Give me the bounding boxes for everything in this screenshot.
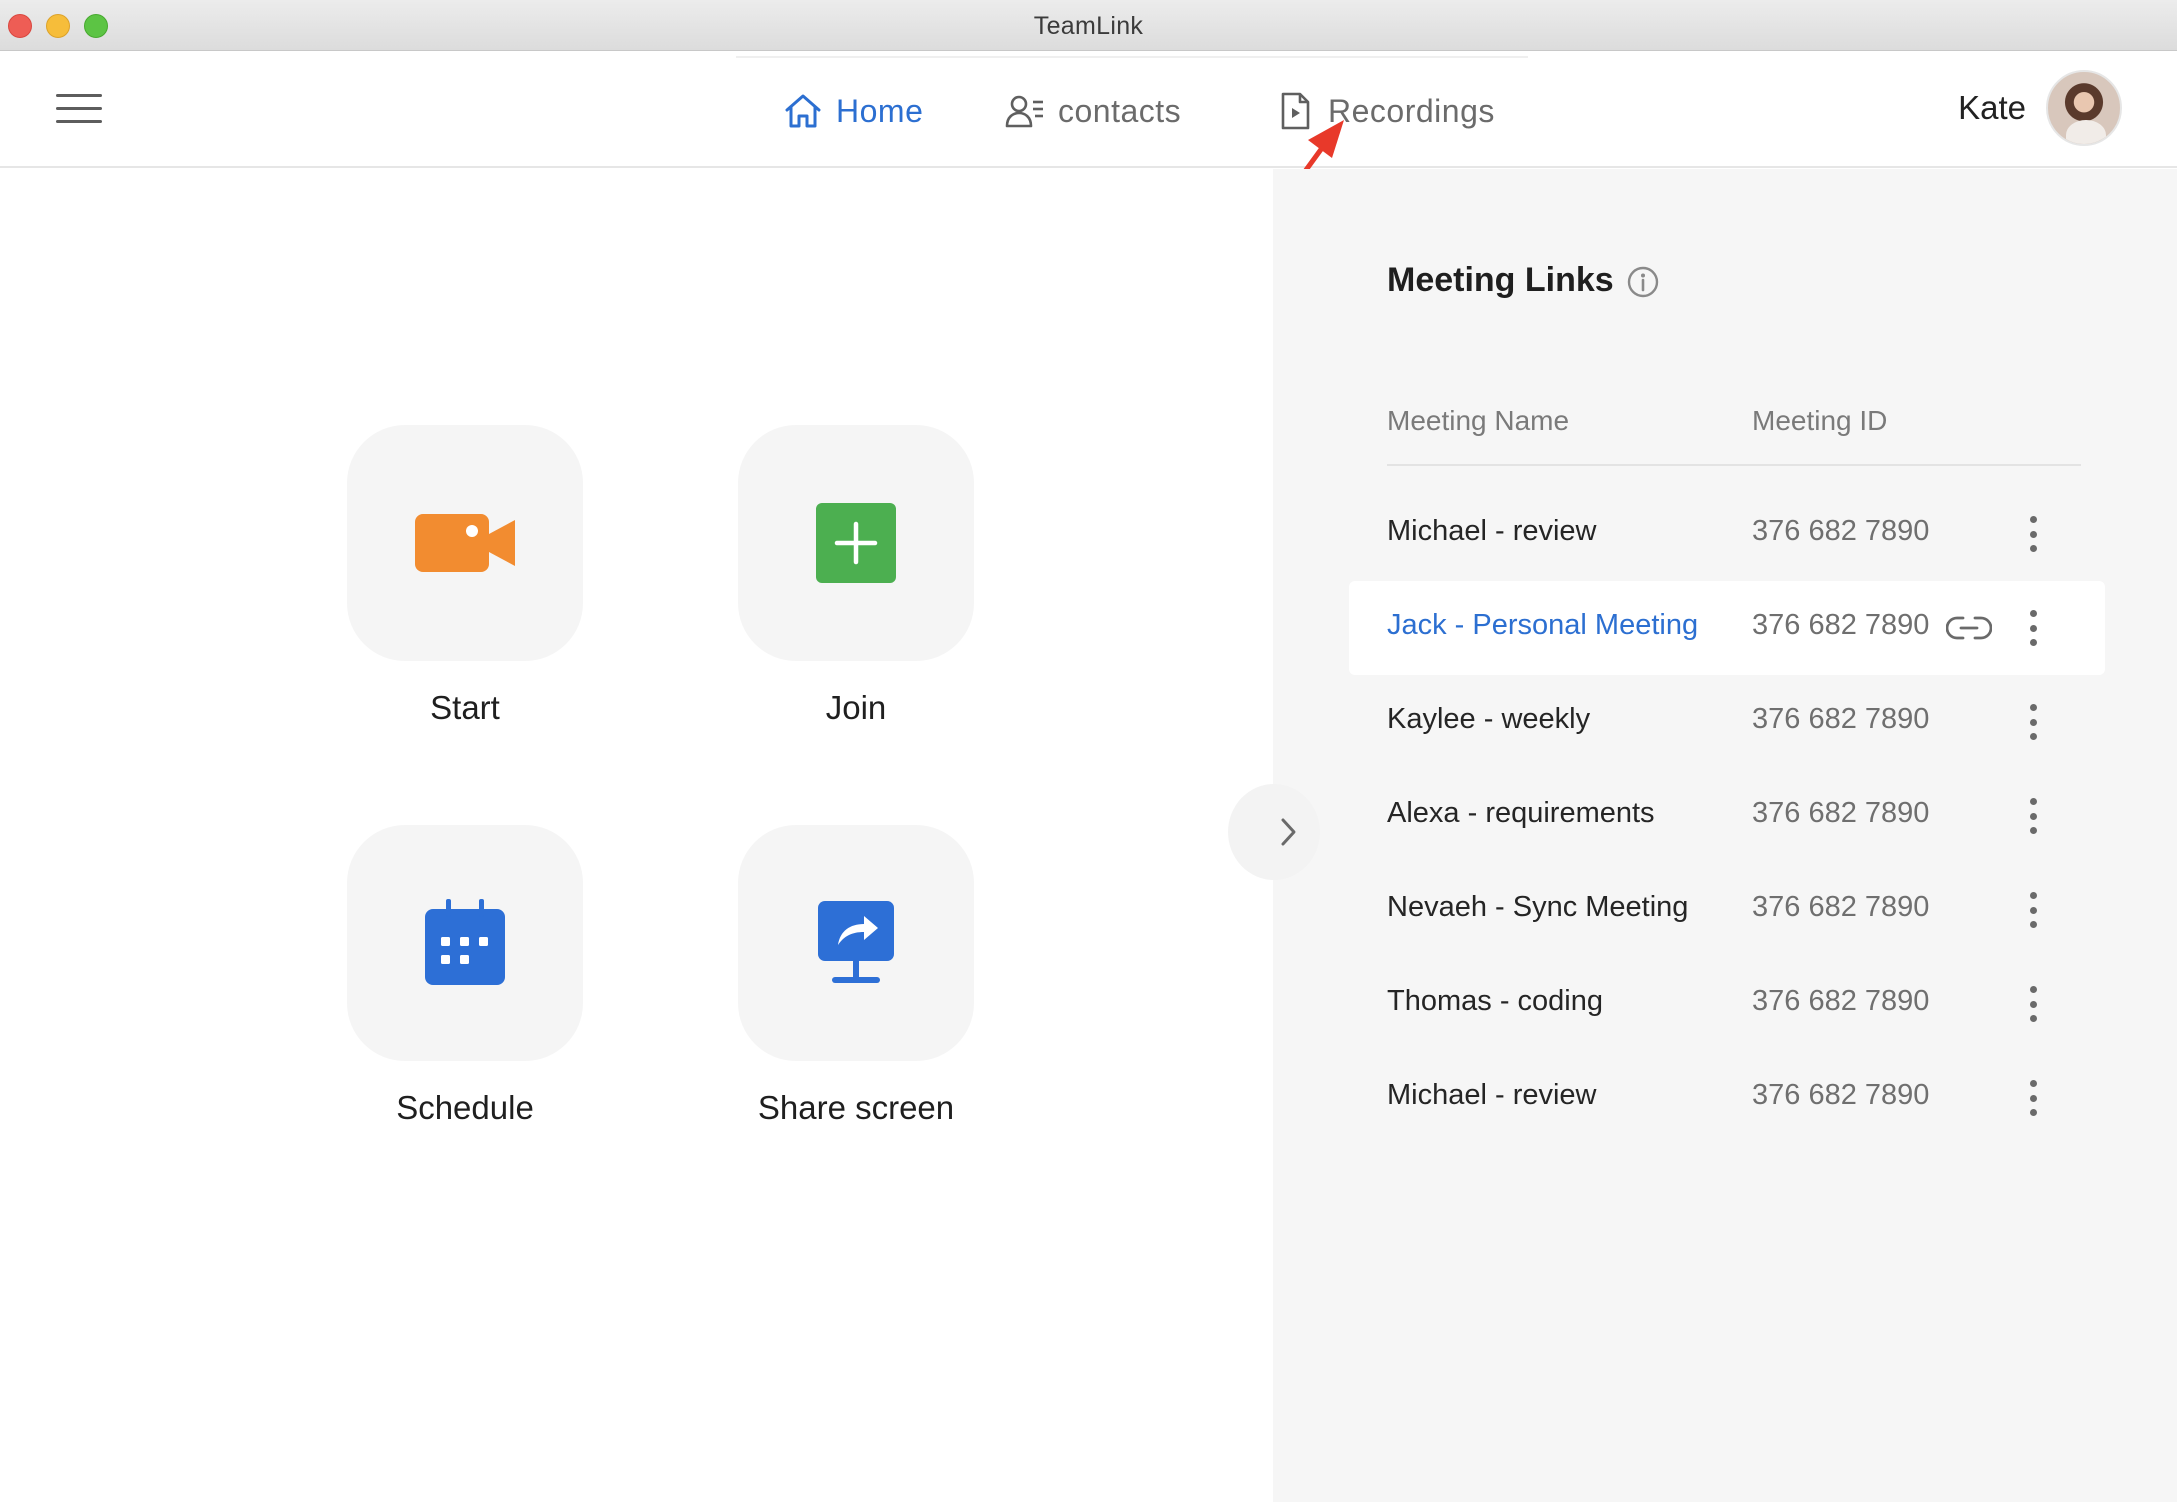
chevron-right-icon (1281, 818, 1296, 846)
meeting-name: Michael - review (1387, 515, 1597, 547)
table-row[interactable]: Nevaeh - Sync Meeting 376 682 7890 (1349, 863, 2105, 957)
table-row[interactable]: Kaylee - weekly 376 682 7890 (1349, 675, 2105, 769)
join-tile[interactable] (738, 425, 974, 661)
meeting-name[interactable]: Jack - Personal Meeting (1387, 609, 1698, 642)
more-options-icon[interactable] (2021, 983, 2045, 1025)
table-row[interactable]: Alexa - requirements 376 682 7890 (1349, 769, 2105, 863)
more-options-icon[interactable] (2021, 513, 2045, 555)
start-meeting-button[interactable]: Start (347, 425, 583, 727)
tab-recordings-label: Recordings (1328, 92, 1495, 129)
meeting-id: 376 682 7890 (1752, 1079, 1930, 1111)
avatar[interactable] (2046, 70, 2122, 146)
calendar-icon (425, 899, 505, 985)
more-options-icon[interactable] (2021, 607, 2045, 649)
tab-recordings[interactable]: Recordings (1274, 86, 1495, 136)
meeting-links-title: Meeting Links (1387, 261, 1614, 299)
schedule-meeting-button[interactable]: Schedule (347, 825, 583, 1127)
tab-contacts[interactable]: contacts (1004, 86, 1181, 136)
meeting-name: Michael - review (1387, 1079, 1597, 1111)
quick-actions-area: Start Join Schedule Share screen (0, 169, 1273, 1502)
tab-contacts-label: contacts (1058, 92, 1182, 129)
join-label: Join (825, 689, 887, 726)
meeting-id: 376 682 7890 (1752, 703, 1930, 735)
table-row[interactable]: Michael - review 376 682 7890 (1349, 1051, 2105, 1145)
meeting-links-panel: Meeting Links Meeting Name Meeting ID Mi… (1273, 169, 2177, 1502)
meeting-id: 376 682 7890 (1752, 891, 1930, 923)
header-divider (736, 56, 1528, 58)
more-options-icon[interactable] (2021, 795, 2045, 837)
hamburger-menu-icon[interactable] (56, 94, 102, 126)
meeting-name: Kaylee - weekly (1387, 703, 1591, 735)
more-options-icon[interactable] (2021, 701, 2045, 743)
info-icon[interactable] (1626, 265, 1660, 299)
tab-home-label: Home (836, 92, 924, 129)
title-bar: TeamLink (0, 0, 2177, 51)
video-camera-icon (415, 514, 515, 572)
table-row-selected[interactable]: Jack - Personal Meeting 376 682 7890 (1349, 581, 2105, 675)
copy-link-icon[interactable] (1946, 611, 1992, 645)
share-screen-label: Share screen (757, 1089, 955, 1126)
user-profile[interactable]: Kate (1958, 70, 2122, 146)
share-tile[interactable] (738, 825, 974, 1061)
tab-home[interactable]: Home (782, 86, 923, 136)
meeting-name: Nevaeh - Sync Meeting (1387, 891, 1689, 923)
user-name: Kate (1958, 89, 2026, 126)
meeting-id: 376 682 7890 (1752, 609, 1930, 641)
meeting-id: 376 682 7890 (1752, 985, 1930, 1017)
window-title: TeamLink (1033, 12, 1144, 40)
more-options-icon[interactable] (2021, 889, 2045, 931)
plus-icon (816, 503, 896, 583)
schedule-label: Schedule (396, 1089, 534, 1126)
top-header: Home contacts Recordings Kate (0, 52, 2177, 168)
column-header-meeting-name: Meeting Name (1387, 405, 1570, 436)
app-window: TeamLink Home contacts Recordings Kate S… (0, 0, 2177, 1502)
meeting-name: Thomas - coding (1387, 985, 1603, 1017)
meeting-name: Alexa - requirements (1387, 797, 1655, 829)
join-meeting-button[interactable]: Join (738, 425, 974, 727)
start-tile[interactable] (347, 425, 583, 661)
start-label: Start (430, 689, 500, 726)
schedule-tile[interactable] (347, 825, 583, 1061)
collapse-panel-button[interactable] (1228, 784, 1320, 880)
column-header-meeting-id: Meeting ID (1752, 405, 1888, 436)
recordings-file-icon (1281, 92, 1310, 130)
home-icon (785, 94, 821, 128)
contacts-icon (1005, 95, 1043, 128)
meeting-id: 376 682 7890 (1752, 515, 1930, 547)
share-screen-button[interactable]: Share screen (738, 825, 974, 1127)
meeting-id: 376 682 7890 (1752, 797, 1930, 829)
table-row[interactable]: Michael - review 376 682 7890 (1349, 487, 2105, 581)
table-row[interactable]: Thomas - coding 376 682 7890 (1349, 957, 2105, 1051)
table-header-divider (1387, 464, 2081, 466)
more-options-icon[interactable] (2021, 1077, 2045, 1119)
share-screen-icon (818, 901, 894, 983)
